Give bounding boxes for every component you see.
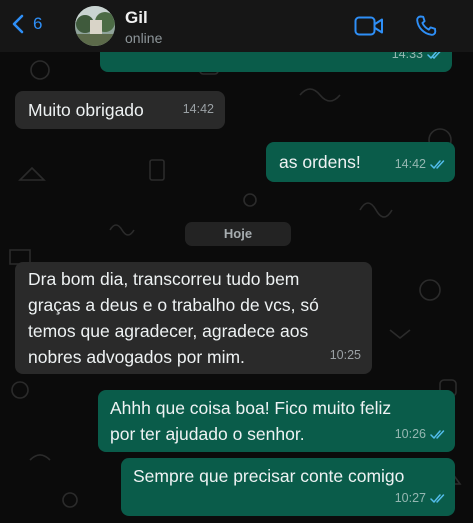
chevron-left-icon <box>12 14 24 34</box>
message-meta: 14:42 <box>183 96 214 122</box>
date-separator: Hoje <box>185 222 291 246</box>
avatar[interactable] <box>75 6 115 46</box>
phone-icon[interactable] <box>414 14 438 43</box>
message-time: 10:25 <box>329 348 361 362</box>
message-time: 10:26 <box>394 427 426 441</box>
message-time: 14:42 <box>394 157 426 171</box>
message-text: Dra bom dia, transcorreu tudo bem graças… <box>28 269 319 367</box>
message-bubble-outgoing[interactable]: Sempre que precisar conte comigo 10:27 <box>121 458 455 516</box>
back-button[interactable]: 6 <box>12 14 42 34</box>
message-meta: 10:25 <box>330 342 361 368</box>
message-bubble-incoming[interactable]: Dra bom dia, transcorreu tudo bem graças… <box>15 262 372 374</box>
message-time: 10:27 <box>394 491 426 505</box>
double-check-icon <box>430 493 445 503</box>
contact-status: online <box>125 30 163 46</box>
unread-count: 6 <box>33 14 43 33</box>
message-bubble-outgoing[interactable]: as ordens! 14:42 <box>266 142 455 182</box>
message-bubble-outgoing[interactable]: Ahhh que coisa boa! Fico muito feliz por… <box>98 390 455 452</box>
message-meta: 14:42 <box>395 151 447 177</box>
message-text: Ahhh que coisa boa! Fico muito feliz por… <box>110 398 392 444</box>
message-meta: 10:26 <box>395 421 447 447</box>
message-bubble-incoming[interactable]: Muito obrigado 14:42 <box>15 91 225 129</box>
avatar-photo <box>75 6 115 46</box>
chat-header: 6 Gil online <box>0 0 473 52</box>
message-text: as ordens! <box>279 152 361 172</box>
message-time: 14:42 <box>182 102 214 116</box>
message-text: Sempre que precisar conte comigo <box>133 466 405 486</box>
message-meta: 10:27 <box>395 485 447 511</box>
message-text: Muito obrigado <box>28 100 144 120</box>
double-check-icon <box>430 159 445 169</box>
double-check-icon <box>430 429 445 439</box>
video-call-icon[interactable] <box>354 16 384 41</box>
contact-name[interactable]: Gil <box>125 8 148 28</box>
